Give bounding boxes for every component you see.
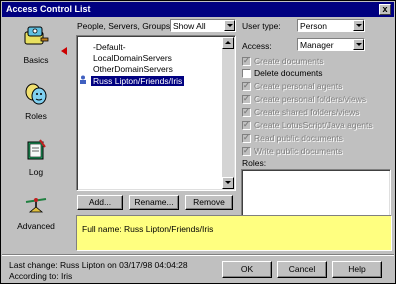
list-item[interactable]: -Default- bbox=[93, 42, 126, 52]
close-button[interactable]: x bbox=[379, 4, 391, 15]
remove-button[interactable]: Remove bbox=[185, 195, 233, 210]
checkbox-label: Write public documents bbox=[254, 146, 343, 156]
person-icon bbox=[79, 75, 91, 86]
checkbox-label: Create shared folders/views bbox=[254, 107, 360, 117]
list-item-selected[interactable]: Russ Lipton/Friends/Iris bbox=[79, 75, 223, 86]
nav-basics[interactable]: Basics bbox=[5, 24, 67, 65]
user-type-label: User type: bbox=[242, 21, 281, 31]
checkbox-label: Read public documents bbox=[254, 133, 343, 143]
title-bar: Access Control List x bbox=[2, 2, 394, 17]
chevron-down-icon[interactable] bbox=[353, 20, 364, 31]
chevron-down-icon[interactable] bbox=[224, 20, 235, 31]
show-filter-select[interactable]: Show All bbox=[170, 19, 236, 32]
key-icon bbox=[5, 24, 67, 52]
last-change-text: Last change: Russ Lipton on 03/17/98 04:… bbox=[9, 260, 188, 270]
acl-dialog: Access Control List x Basics Roles Log A… bbox=[0, 0, 396, 284]
nav-advanced[interactable]: Advanced bbox=[5, 194, 67, 231]
nav-roles-label: Roles bbox=[25, 111, 47, 121]
selected-entry-label: Russ Lipton/Friends/Iris bbox=[91, 76, 185, 86]
chevron-down-icon[interactable] bbox=[353, 39, 364, 50]
divider bbox=[2, 254, 394, 256]
selected-nav-arrow-icon bbox=[61, 47, 67, 55]
people-list[interactable]: -Default- LocalDomainServers OtherDomain… bbox=[76, 35, 236, 191]
full-name-panel: Full name: Russ Lipton/Friends/Iris bbox=[76, 215, 392, 251]
checkbox-box bbox=[242, 107, 251, 117]
checkbox-box bbox=[242, 146, 251, 156]
checkbox-label: Create LotusScript/Java agents bbox=[254, 120, 373, 130]
category-nav: Basics Roles Log Advanced bbox=[5, 20, 67, 252]
nav-basics-label: Basics bbox=[23, 55, 49, 65]
dialog-title: Access Control List bbox=[6, 4, 91, 14]
full-name-text: Full name: Russ Lipton/Friends/Iris bbox=[82, 224, 214, 234]
checkbox-box bbox=[242, 56, 251, 66]
nav-advanced-label: Advanced bbox=[17, 221, 55, 231]
checkbox-box[interactable] bbox=[242, 69, 251, 78]
nav-log[interactable]: Log bbox=[5, 138, 67, 177]
checkbox-box bbox=[242, 133, 251, 143]
according-to-text: According to: Iris bbox=[9, 271, 73, 281]
checkbox-box bbox=[242, 94, 251, 104]
checkbox-box bbox=[242, 81, 251, 91]
nav-log-label: Log bbox=[28, 167, 44, 177]
user-type-select[interactable]: Person bbox=[297, 19, 365, 32]
ok-button[interactable]: OK bbox=[222, 261, 272, 278]
scroll-down-icon[interactable] bbox=[222, 177, 234, 189]
roles-list[interactable] bbox=[241, 169, 391, 217]
scroll-up-icon[interactable] bbox=[222, 37, 234, 49]
checkbox-label: Create personal folders/views bbox=[254, 94, 366, 104]
masks-icon bbox=[5, 82, 67, 108]
cancel-button[interactable]: Cancel bbox=[277, 261, 327, 278]
checkbox-box bbox=[242, 120, 251, 130]
list-scrollbar[interactable] bbox=[222, 37, 234, 189]
scale-icon bbox=[5, 194, 67, 218]
roles-label: Roles: bbox=[242, 158, 267, 168]
user-type-value: Person bbox=[300, 21, 327, 31]
checkbox-label: Create documents bbox=[254, 56, 324, 66]
nav-roles[interactable]: Roles bbox=[5, 82, 67, 121]
help-button[interactable]: Help bbox=[332, 261, 382, 278]
show-filter-value: Show All bbox=[173, 21, 206, 31]
checkbox-label: Create personal agents bbox=[254, 81, 343, 91]
access-select[interactable]: Manager bbox=[297, 38, 365, 51]
add-button[interactable]: Add... bbox=[77, 195, 123, 210]
checkbox-label: Delete documents bbox=[254, 68, 323, 78]
rename-button[interactable]: Rename... bbox=[129, 195, 179, 210]
list-item[interactable]: OtherDomainServers bbox=[93, 64, 173, 74]
people-list-label: People, Servers, Groups: bbox=[77, 21, 173, 31]
access-label: Access: bbox=[242, 41, 272, 51]
access-value: Manager bbox=[300, 40, 334, 50]
list-item[interactable]: LocalDomainServers bbox=[93, 53, 172, 63]
book-icon bbox=[5, 138, 67, 164]
